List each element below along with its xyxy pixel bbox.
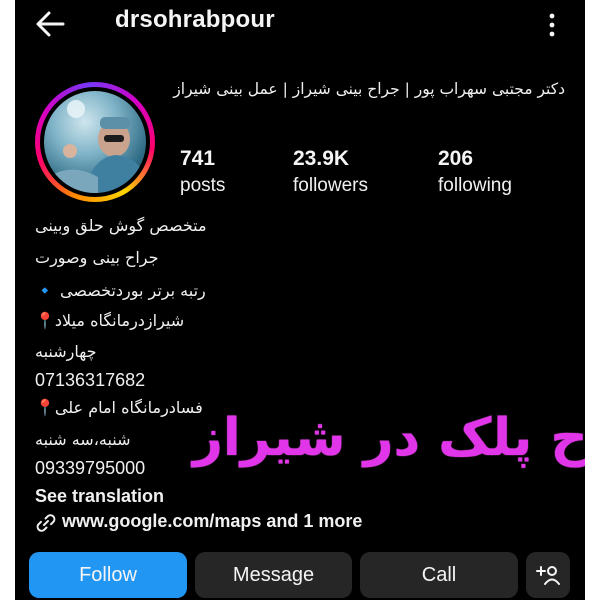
following-label: following: [438, 175, 512, 196]
follow-button[interactable]: Follow: [29, 552, 187, 598]
bio-line-clinic-fasa: فسادرمانگاه امام علی📍: [35, 398, 203, 417]
arrow-left-icon[interactable]: [33, 8, 67, 40]
external-link[interactable]: www.google.com/maps and 1 more: [62, 511, 362, 532]
stat-posts[interactable]: 741 posts: [180, 146, 225, 200]
bio-phone-2[interactable]: 09339795000: [35, 458, 145, 479]
followers-count: 23.9K: [293, 147, 350, 170]
bio-line-surgeon: جراح بینی وصورت: [35, 248, 159, 267]
following-count: 206: [438, 147, 474, 170]
profile-full-name: دکتر مجتبی سهراب پور | جراح بینی شیراز |…: [173, 80, 565, 98]
bio-line-rank: رتبه برتر بوردتخصصی 🔹: [35, 281, 206, 300]
avatar: [44, 91, 146, 193]
bio-line-day-wednesday: چهارشنبه: [35, 342, 97, 361]
bio-line-days-sat-tue: شنبه،سه شنبه: [35, 430, 131, 449]
see-translation-link[interactable]: See translation: [35, 486, 164, 507]
bio-line-specialty: متخصص گوش حلق وبینی: [35, 216, 207, 235]
bio-line-clinic-shiraz: شیرازدرمانگاه میلاد📍: [35, 311, 185, 330]
profile-username: drsohrabpour: [115, 6, 275, 33]
overlay-caption: جراح پلک در شیراز: [193, 408, 585, 468]
stat-followers[interactable]: 23.9K followers: [293, 146, 368, 200]
profile-screen: drsohrabpour دکتر مجتبی سهراب پور | جراح…: [15, 0, 585, 600]
stat-following[interactable]: 206 following: [438, 146, 512, 200]
followers-label: followers: [293, 175, 368, 196]
more-vertical-icon[interactable]: [547, 12, 557, 38]
top-bar: drsohrabpour: [15, 0, 585, 48]
posts-label: posts: [180, 175, 226, 196]
posts-count: 741: [180, 147, 216, 170]
bio-phone-1[interactable]: 07136317682: [35, 370, 145, 391]
link-icon: [36, 514, 56, 532]
avatar-photo: [52, 100, 146, 193]
message-button[interactable]: Message: [195, 552, 352, 598]
suggested-accounts-button[interactable]: [526, 552, 570, 598]
add-person-icon: [536, 566, 560, 585]
story-ring[interactable]: [35, 82, 155, 202]
call-button[interactable]: Call: [360, 552, 518, 598]
